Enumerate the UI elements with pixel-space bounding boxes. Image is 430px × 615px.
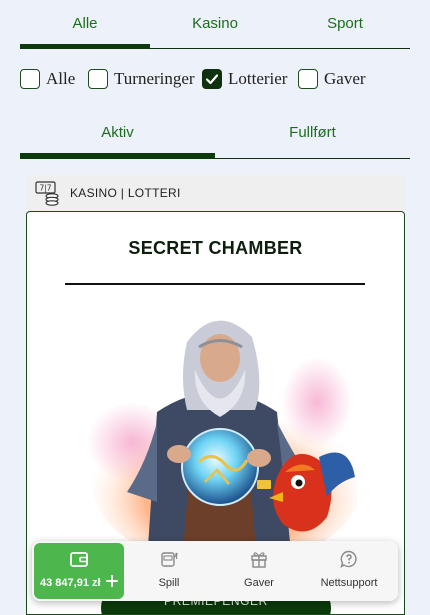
tab-alle[interactable]: Alle — [20, 0, 150, 48]
active-tab-indicator — [20, 44, 150, 49]
checkbox-lotterier[interactable] — [202, 69, 222, 89]
filter-gaver[interactable]: Gaver — [298, 68, 366, 90]
tab-fullfort[interactable]: Fullført — [215, 112, 410, 154]
active-tab-indicator — [20, 153, 215, 159]
game-artwork — [87, 320, 357, 562]
bottom-nav: 43 847,91 zł Spill Gaver Nettsupport — [32, 541, 398, 601]
lottery-ticket-icon: 7|7 — [35, 181, 59, 206]
top-tabs: Alle Kasino Sport — [20, 0, 410, 50]
tab-kasino[interactable]: Kasino — [150, 0, 280, 48]
gift-icon — [251, 552, 267, 568]
slot-machine-icon — [161, 552, 178, 567]
filter-label: Lotterier — [228, 69, 288, 88]
filter-lotterier[interactable]: Lotterier — [202, 68, 287, 90]
tab-aktiv[interactable]: Aktiv — [20, 112, 215, 154]
wallet-icon — [70, 552, 88, 567]
wallet-button[interactable]: 43 847,91 zł — [34, 543, 124, 599]
checkmark-icon — [205, 74, 219, 85]
help-chat-icon — [340, 550, 357, 568]
filter-turneringer[interactable]: Turneringer — [88, 68, 195, 90]
filter-label: Turneringer — [114, 69, 195, 88]
checkbox-alle[interactable] — [20, 69, 40, 89]
card-category: KASINO | LOTTERI — [70, 186, 181, 200]
filter-alle[interactable]: Alle — [20, 68, 75, 90]
tab-sport[interactable]: Sport — [280, 0, 410, 48]
filter-label: Gaver — [324, 69, 366, 88]
title-divider — [65, 283, 365, 285]
plus-icon[interactable] — [105, 574, 119, 588]
checkbox-gaver[interactable] — [298, 69, 318, 89]
nav-label: Spill — [158, 577, 180, 589]
nav-spill[interactable]: Spill — [124, 541, 214, 601]
svg-text:7|7: 7|7 — [39, 184, 51, 193]
nav-label: Gaver — [244, 577, 274, 589]
card-category-bar: 7|7 KASINO | LOTTERI — [26, 175, 405, 211]
filter-label: Alle — [46, 69, 76, 88]
filter-group: Alle Turneringer Lotterier Gaver — [20, 68, 420, 92]
nav-nettsupport[interactable]: Nettsupport — [304, 541, 394, 601]
card-title: SECRET CHAMBER — [128, 238, 303, 258]
wallet-balance: 43 847,91 zł — [40, 577, 101, 589]
nav-label: Nettsupport — [320, 577, 378, 589]
status-tabs: Aktiv Fullført — [20, 112, 410, 160]
nav-gaver[interactable]: Gaver — [214, 541, 304, 601]
checkbox-turneringer[interactable] — [88, 69, 108, 89]
